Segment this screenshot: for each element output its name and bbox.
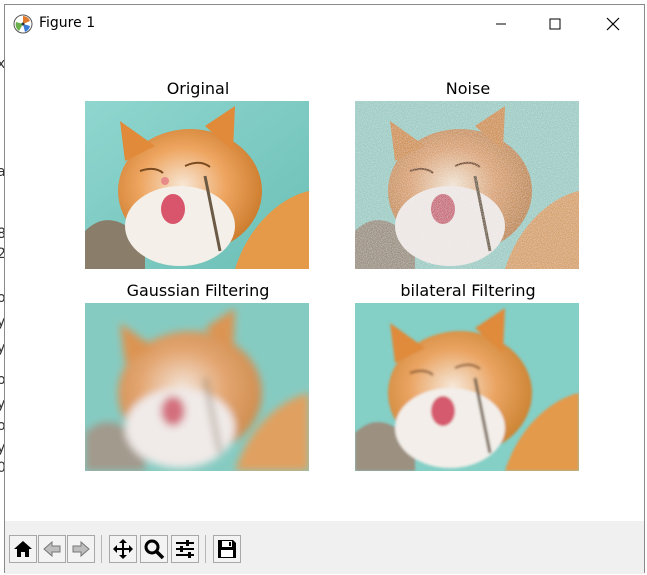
- maximize-button[interactable]: [532, 5, 578, 43]
- subplot-title-bilateral: bilateral Filtering: [400, 281, 536, 300]
- forward-button[interactable]: [67, 535, 95, 563]
- back-icon: [43, 540, 61, 558]
- image-bilateral-filtering: [355, 303, 579, 471]
- toolbar-separator: [101, 535, 102, 563]
- minimize-icon: [496, 23, 506, 25]
- home-icon: [14, 541, 32, 557]
- navigation-toolbar: [5, 521, 644, 574]
- configure-subplots-icon: [176, 540, 194, 558]
- close-button[interactable]: [590, 5, 636, 43]
- subplot-title-gaussian: Gaussian Filtering: [126, 281, 270, 300]
- save-button[interactable]: [213, 535, 241, 563]
- home-button[interactable]: [9, 535, 37, 563]
- save-icon: [218, 540, 236, 558]
- zoom-icon: [144, 539, 165, 560]
- pan-icon: [113, 539, 133, 559]
- configure-subplots-button[interactable]: [171, 535, 199, 563]
- minimize-button[interactable]: [478, 5, 524, 43]
- forward-icon: [72, 540, 90, 558]
- image-gaussian-filtering: [85, 303, 309, 471]
- subplot-title-noise: Noise: [445, 79, 491, 98]
- pan-button[interactable]: [109, 535, 137, 563]
- matplotlib-icon: [13, 14, 33, 34]
- subplot-title-original: Original: [166, 79, 230, 98]
- toolbar-separator: [205, 535, 206, 563]
- image-original: [85, 101, 309, 269]
- maximize-icon: [549, 18, 561, 30]
- close-icon: [606, 17, 620, 31]
- figure-window: Figure 1 Original Noise Gaussian Filteri…: [4, 4, 645, 574]
- zoom-button[interactable]: [140, 535, 168, 563]
- back-button[interactable]: [38, 535, 66, 563]
- title-bar[interactable]: Figure 1: [5, 5, 644, 43]
- figure-canvas[interactable]: Original Noise Gaussian Filtering bilate…: [5, 43, 644, 521]
- image-noise: [355, 101, 579, 269]
- window-title: Figure 1: [39, 15, 96, 31]
